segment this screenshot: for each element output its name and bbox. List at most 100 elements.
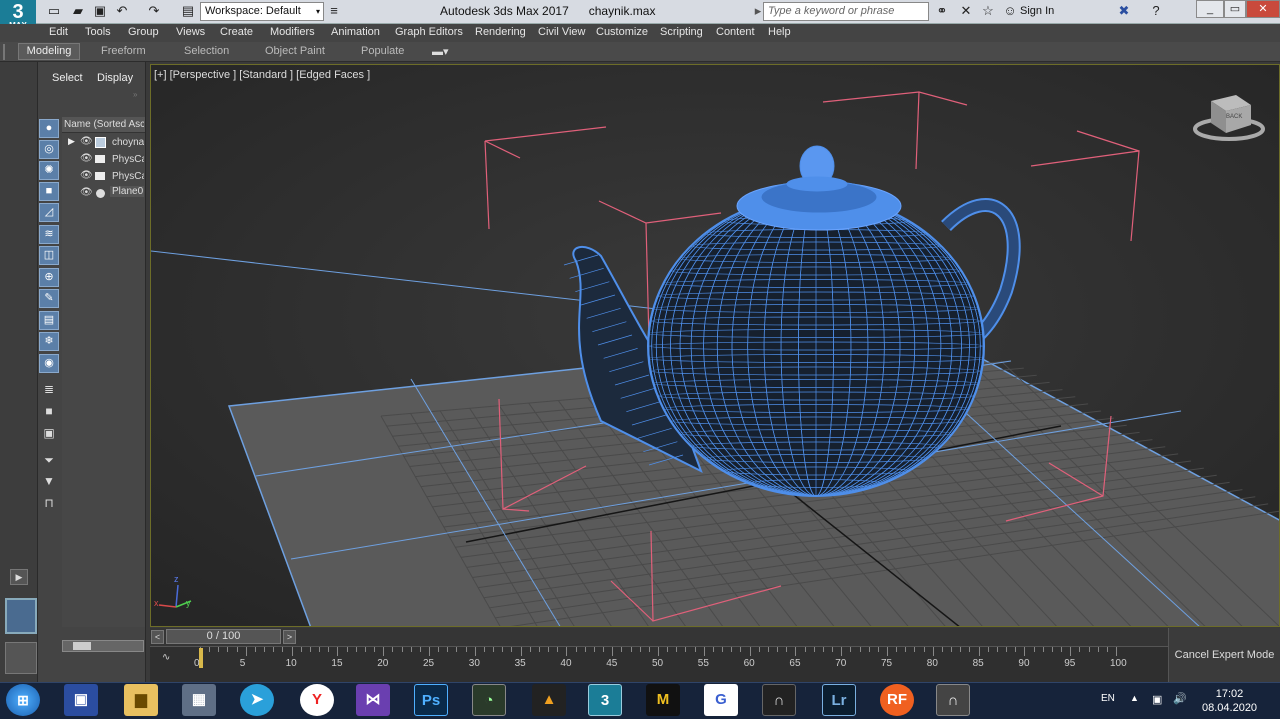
archicad-active-icon[interactable]: ∩ (936, 684, 970, 716)
properties-icon[interactable]: ▣ (39, 425, 59, 444)
yandex-browser-icon[interactable]: Y (300, 684, 334, 716)
spacewarps-filter-icon[interactable]: ≋ (39, 225, 59, 244)
3dsmax-plugin-icon[interactable]: ◔ (472, 684, 506, 716)
select-filter-icon[interactable]: ● (39, 119, 59, 138)
undo-icon[interactable]: ↶ (114, 3, 130, 19)
menu-edit[interactable]: Edit (49, 26, 68, 38)
eye-icon[interactable]: 👁 (80, 153, 93, 164)
menu-modifiers[interactable]: Modifiers (270, 26, 315, 38)
list-item[interactable]: Plane0 (110, 186, 144, 197)
list-item[interactable]: PhysCa (112, 171, 144, 182)
customize-qa-icon[interactable]: ≡ (326, 3, 342, 19)
display-all-icon[interactable]: ■ (39, 403, 59, 422)
new-file-icon[interactable]: ▭ (46, 3, 62, 19)
viewport-label[interactable]: [+] [Perspective ] [Standard ] [Edged Fa… (154, 69, 370, 81)
redo-icon[interactable]: ↷ (146, 3, 162, 19)
windows-start-icon[interactable]: ⊞ (6, 684, 40, 716)
hidden-filter-icon[interactable]: ◉ (39, 354, 59, 373)
expand-icon[interactable]: » (133, 90, 137, 99)
perspective-viewport[interactable] (150, 64, 1280, 627)
restore-button[interactable]: ▭ (1224, 0, 1246, 18)
tab-populate[interactable]: Populate (361, 45, 404, 57)
open-file-icon[interactable]: ▰ (70, 3, 86, 19)
app-g-icon[interactable]: G (704, 684, 738, 716)
layers-icon[interactable]: ≣ (39, 381, 59, 400)
3ds-max-icon[interactable]: 3 (588, 684, 622, 716)
next-frame-button[interactable]: > (283, 630, 296, 644)
project-icon[interactable]: ▤ (180, 3, 196, 19)
tray-arrow-icon[interactable]: ▲ (1130, 693, 1139, 703)
photoshop-icon[interactable]: Ps (414, 684, 448, 716)
system-clock[interactable]: 17:02 08.04.2020 (1202, 687, 1257, 715)
eye-icon[interactable]: 👁 (80, 170, 93, 181)
tab-object-paint[interactable]: Object Paint (265, 45, 325, 57)
hierarchy-icon[interactable]: ⊓ (39, 495, 59, 514)
marvelous-icon[interactable]: M (646, 684, 680, 716)
menu-group[interactable]: Group (128, 26, 159, 38)
menu-rendering[interactable]: Rendering (475, 26, 526, 38)
close-button[interactable]: ✕ (1246, 0, 1280, 18)
menu-help[interactable]: Help (768, 26, 791, 38)
autocad-icon[interactable]: ▲ (532, 684, 566, 716)
groups-filter-icon[interactable]: ◫ (39, 246, 59, 265)
containers-filter-icon[interactable]: ▤ (39, 311, 59, 330)
xrefs-filter-icon[interactable]: ⊕ (39, 268, 59, 287)
save-disk-icon[interactable]: ▣ (64, 684, 98, 716)
menu-scripting[interactable]: Scripting (660, 26, 703, 38)
tab-selection[interactable]: Selection (184, 45, 229, 57)
explorer-tab-display[interactable]: Display (97, 72, 133, 84)
geometry-filter-icon[interactable]: ◎ (39, 140, 59, 159)
explorer-scrollbar[interactable] (62, 640, 144, 652)
explorer-tab-select[interactable]: Select (52, 72, 83, 84)
curve-editor-icon[interactable]: ∿ (162, 652, 170, 663)
list-item[interactable]: PhysCa (112, 154, 144, 165)
sign-in-link[interactable]: Sign In (1020, 5, 1054, 17)
time-slider[interactable] (150, 628, 1168, 646)
menu-animation[interactable]: Animation (331, 26, 380, 38)
help-icon[interactable]: ? (1148, 3, 1164, 19)
visual-studio-icon[interactable]: ⋈ (356, 684, 390, 716)
exchange-icon[interactable]: ✖ (1116, 3, 1132, 19)
cameras-filter-icon[interactable]: ■ (39, 182, 59, 201)
ribbon-options-icon[interactable]: ▬▾ (432, 45, 449, 58)
timeline-track[interactable]: 0 5 10 15 20 25 30 35 40 45 50 55 60 65 70 75 80 85 90 95 10… (150, 646, 1168, 682)
star-icon[interactable]: ☆ (980, 3, 996, 19)
lightroom-icon[interactable]: Lr (822, 684, 856, 716)
lights-filter-icon[interactable]: ✺ (39, 161, 59, 180)
filter-icon[interactable]: ▼ (39, 473, 59, 492)
cancel-expert-mode-button[interactable]: Cancel Expert Mode (1168, 628, 1280, 682)
expand-arrow-icon[interactable]: ▶ (68, 136, 75, 147)
funnel-icon[interactable]: ⏷ (39, 452, 59, 471)
file-explorer-icon[interactable]: ▆ (124, 684, 158, 716)
viewport-layout-active[interactable] (5, 598, 37, 634)
menu-content[interactable]: Content (716, 26, 755, 38)
bones-filter-icon[interactable]: ✎ (39, 289, 59, 308)
list-item[interactable]: choyna (112, 137, 144, 148)
realflow-icon[interactable]: RF (880, 684, 914, 716)
menu-civil-view[interactable]: Civil View (538, 26, 585, 38)
calculator-icon[interactable]: ▦ (182, 684, 216, 716)
volume-icon[interactable]: 🔊 (1173, 692, 1187, 705)
network-icon[interactable]: ▣ (1152, 693, 1162, 706)
column-header-name[interactable]: Name (Sorted Asc (64, 119, 144, 130)
eye-icon[interactable]: 👁 (80, 136, 93, 147)
menu-graph-editors[interactable]: Graph Editors (395, 26, 463, 38)
save-icon[interactable]: ▣ (92, 3, 108, 19)
tab-modeling[interactable]: Modeling (18, 43, 80, 60)
telegram-icon[interactable]: ➤ (240, 684, 274, 716)
binoculars-icon[interactable]: ⚭ (934, 3, 950, 19)
frame-display[interactable]: 0 / 100 (166, 629, 281, 644)
viewport-layout-tab[interactable] (5, 642, 37, 674)
time-slider-handle[interactable] (199, 648, 203, 668)
expand-arrow-icon[interactable]: ▶ (10, 569, 28, 585)
helpers-filter-icon[interactable]: ◿ (39, 203, 59, 222)
archicad-icon[interactable]: ∩ (762, 684, 796, 716)
menu-tools[interactable]: Tools (85, 26, 111, 38)
user-icon[interactable]: ☺ (1002, 3, 1018, 19)
subscription-icon[interactable]: ✕ (958, 3, 974, 19)
menu-views[interactable]: Views (176, 26, 205, 38)
minimize-button[interactable]: _ (1196, 0, 1224, 18)
menu-create[interactable]: Create (220, 26, 253, 38)
viewcube-label[interactable]: BACK (1226, 114, 1242, 120)
workspace-dropdown[interactable]: Workspace: Default ▾ (200, 2, 324, 21)
